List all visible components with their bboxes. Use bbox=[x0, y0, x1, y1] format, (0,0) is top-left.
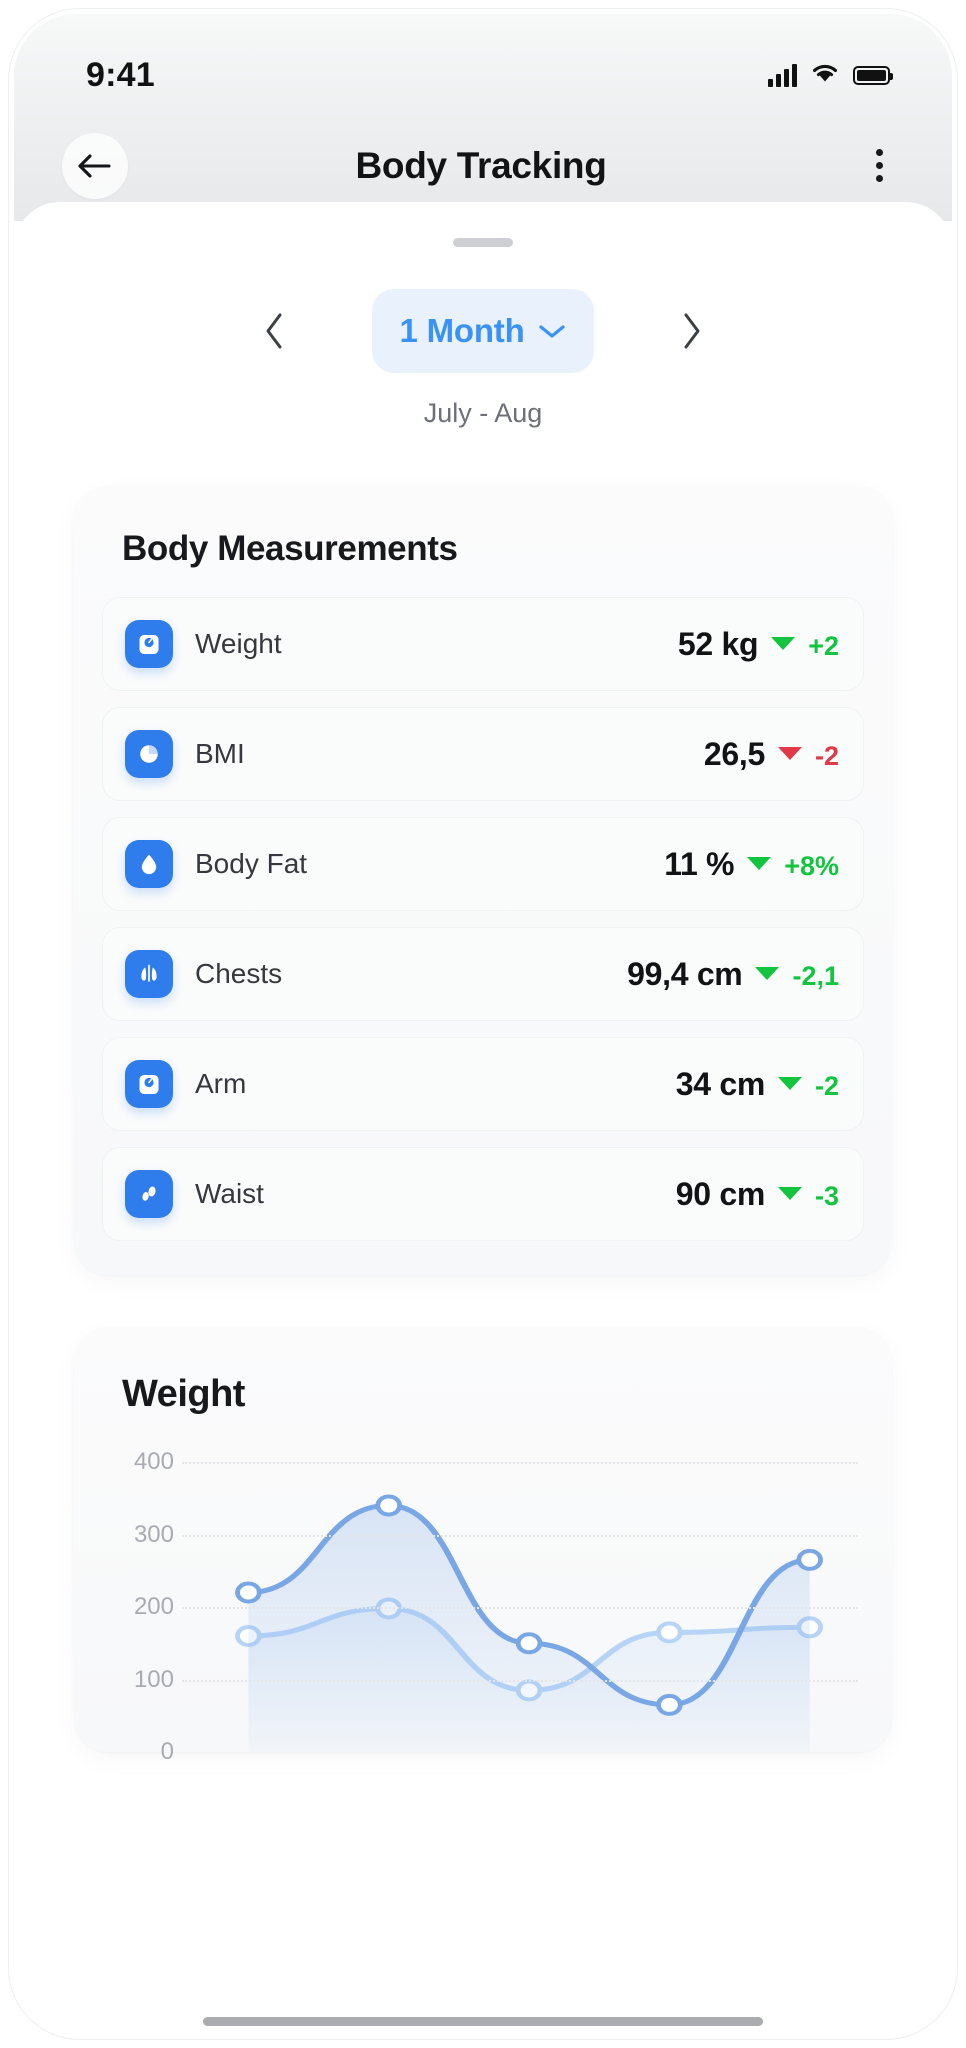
row-delta: -2 bbox=[814, 1070, 839, 1101]
row-label: Waist bbox=[195, 1178, 264, 1209]
weight-chart-card: Weight 0 100 200 300 400 bbox=[74, 1327, 892, 1765]
row-value: 26,5 bbox=[703, 735, 765, 772]
chart-data-point[interactable] bbox=[796, 1548, 823, 1571]
row-metrics: 26,5 -2 bbox=[704, 736, 839, 773]
chart-title: Weight bbox=[122, 1373, 245, 1415]
chart-y-axis: 0 100 200 300 400 bbox=[108, 1448, 182, 1765]
trend-down-icon bbox=[777, 747, 802, 760]
chevron-left-icon bbox=[266, 313, 282, 349]
trend-down-icon bbox=[777, 1187, 802, 1200]
row-delta: -3 bbox=[814, 1180, 839, 1211]
chart-data-point[interactable] bbox=[656, 1693, 683, 1716]
table-row[interactable]: Arm 34 cm -2 bbox=[102, 1037, 864, 1131]
chart-gridline bbox=[182, 1462, 858, 1464]
period-range: July - Aug bbox=[423, 398, 543, 428]
table-row[interactable]: Body Fat 11 % +8% bbox=[102, 817, 864, 911]
trend-down-icon bbox=[755, 967, 780, 980]
content-sheet: 1 Month July - Aug Body Measurements Wei… bbox=[14, 202, 952, 2034]
next-period-button[interactable] bbox=[660, 300, 722, 362]
row-value: 52 kg bbox=[677, 625, 759, 662]
battery-full-icon bbox=[853, 65, 893, 85]
chart-data-point[interactable] bbox=[235, 1581, 262, 1604]
chart-gridline bbox=[182, 1679, 858, 1682]
row-delta: -2 bbox=[814, 740, 839, 771]
row-label: BMI bbox=[195, 738, 245, 769]
previous-period-button[interactable] bbox=[244, 300, 306, 362]
weight-chart[interactable]: 0 100 200 300 400 bbox=[108, 1448, 858, 1765]
chart-y-tick: 200 bbox=[133, 1593, 174, 1620]
scale-icon bbox=[125, 620, 173, 668]
overflow-menu-button[interactable] bbox=[854, 133, 904, 199]
row-value: 99,4 cm bbox=[627, 955, 743, 992]
row-delta: +8% bbox=[784, 850, 839, 881]
row-value: 34 cm bbox=[675, 1065, 766, 1102]
trend-down-icon bbox=[777, 1077, 802, 1090]
table-row[interactable]: Chests 99,4 cm -2,1 bbox=[102, 927, 864, 1021]
row-metrics: 52 kg +2 bbox=[678, 626, 839, 663]
row-metrics: 90 cm -3 bbox=[676, 1176, 839, 1213]
chart-y-tick: 100 bbox=[133, 1665, 174, 1693]
chart-data-point[interactable] bbox=[515, 1632, 543, 1655]
row-label: Chests bbox=[195, 958, 283, 989]
period-selector: 1 Month bbox=[14, 289, 952, 373]
home-indicator bbox=[203, 2017, 763, 2026]
row-label: Arm bbox=[195, 1068, 247, 1099]
footprints-icon bbox=[125, 1170, 173, 1218]
row-metrics: 11 % +8% bbox=[664, 846, 839, 883]
row-delta: -2,1 bbox=[792, 960, 839, 991]
chart-y-tick: 300 bbox=[133, 1520, 174, 1548]
scale-icon bbox=[125, 1060, 173, 1108]
table-row[interactable]: BMI 26,5 -2 bbox=[102, 707, 864, 801]
body-measurements-card: Body Measurements Weight 52 kg +2 BMI 26… bbox=[74, 485, 892, 1275]
row-label: Body Fat bbox=[195, 848, 308, 879]
chevron-right-icon bbox=[684, 313, 700, 349]
more-vertical-icon-dot3 bbox=[875, 175, 883, 182]
row-metrics: 99,4 cm -2,1 bbox=[627, 956, 839, 993]
row-metrics: 34 cm -2 bbox=[676, 1066, 839, 1103]
status-time: 9:41 bbox=[86, 55, 155, 94]
wifi-icon bbox=[810, 61, 840, 89]
status-bar: 9:41 bbox=[14, 14, 952, 110]
more-vertical-icon bbox=[875, 149, 883, 156]
row-value: 90 cm bbox=[675, 1175, 766, 1212]
pie-chart-icon bbox=[125, 730, 173, 778]
more-vertical-icon-dot2 bbox=[875, 162, 883, 169]
status-icons bbox=[768, 61, 893, 89]
lungs-icon bbox=[125, 950, 173, 998]
period-dropdown[interactable]: 1 Month bbox=[372, 289, 594, 373]
sheet-grabber[interactable] bbox=[453, 238, 513, 247]
chart-data-point[interactable] bbox=[656, 1621, 683, 1644]
table-row[interactable]: Weight 52 kg +2 bbox=[102, 597, 864, 691]
row-label: Weight bbox=[195, 628, 282, 659]
chart-gridline bbox=[182, 1607, 858, 1609]
chart-y-tick: 400 bbox=[133, 1448, 174, 1475]
period-label: 1 Month bbox=[399, 312, 525, 349]
chart-gridline bbox=[182, 1534, 858, 1537]
page-title: Body Tracking bbox=[355, 144, 607, 186]
trend-down-icon bbox=[771, 637, 796, 650]
row-delta: +2 bbox=[808, 630, 839, 661]
row-value: 11 % bbox=[664, 845, 735, 882]
table-row[interactable]: Waist 90 cm -3 bbox=[102, 1147, 864, 1241]
water-drop-icon bbox=[125, 840, 173, 888]
measurements-title: Body Measurements bbox=[122, 529, 458, 568]
chevron-down-icon bbox=[538, 325, 565, 338]
trend-down-icon bbox=[747, 857, 772, 870]
cellular-bars-icon bbox=[768, 63, 797, 87]
chart-plot bbox=[182, 1462, 858, 1752]
chart-data-point[interactable] bbox=[375, 1494, 403, 1517]
phone-screen: 9:41 Body Tracking 1 Month July - Aug Bo… bbox=[0, 0, 966, 2048]
app-header: 9:41 Body Tracking bbox=[14, 14, 952, 221]
chart-y-tick: 0 bbox=[160, 1738, 174, 1765]
